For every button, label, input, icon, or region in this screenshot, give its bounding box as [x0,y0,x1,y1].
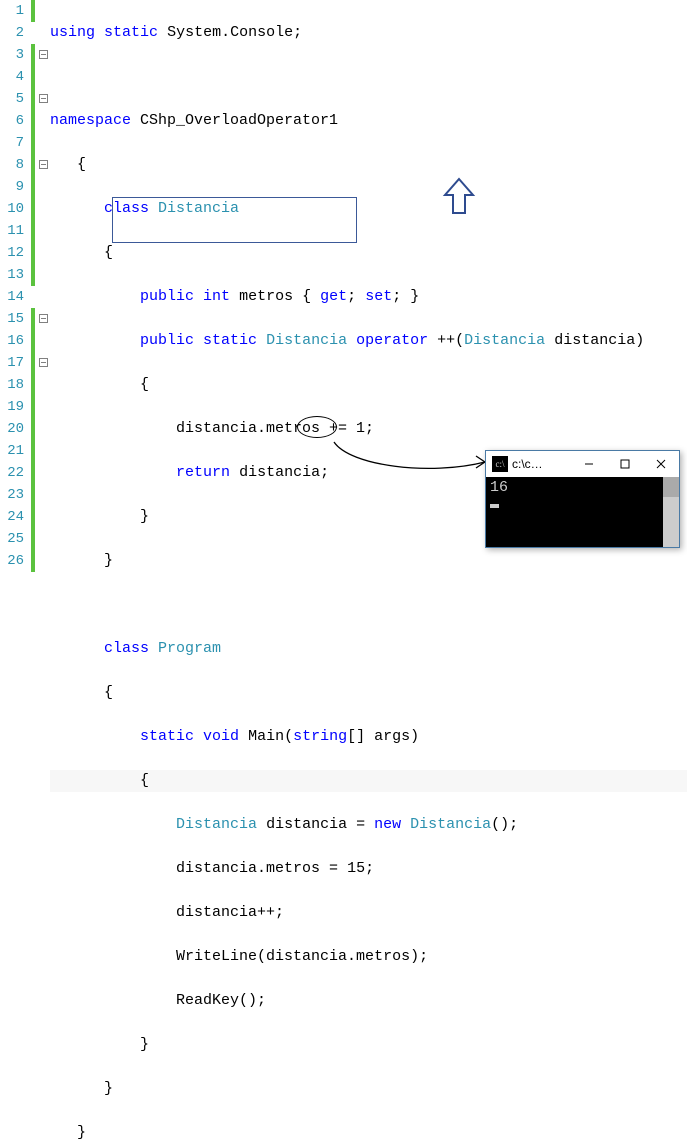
line-number: 16 [0,330,24,352]
line-number: 26 [0,550,24,572]
line-number: 5 [0,88,24,110]
line-number: 11 [0,220,24,242]
code-line[interactable]: { [50,682,687,704]
code-line[interactable]: distancia.metros = 15; [50,858,687,880]
code-line[interactable]: WriteLine(distancia.metros); [50,946,687,968]
code-line[interactable]: } [50,1078,687,1100]
code-line[interactable]: ReadKey(); [50,990,687,1012]
code-line[interactable]: class Distancia [50,198,687,220]
line-number: 6 [0,110,24,132]
fold-toggle-icon[interactable] [39,160,48,169]
fold-toggle-icon[interactable] [39,314,48,323]
line-number: 22 [0,462,24,484]
close-icon [656,459,666,469]
minimize-button[interactable] [571,451,607,477]
code-line[interactable] [50,594,687,616]
close-button[interactable] [643,451,679,477]
line-number: 14 [0,286,24,308]
minimize-icon [584,459,594,469]
code-line[interactable]: { [50,374,687,396]
line-number-gutter: 1 2 3 4 5 6 7 8 9 10 11 12 13 14 15 16 1… [0,0,30,1146]
code-line[interactable]: } [50,1034,687,1056]
console-titlebar[interactable]: c:\ c:\c… [486,451,679,477]
line-number: 18 [0,374,24,396]
code-line[interactable]: class Program [50,638,687,660]
code-line[interactable]: public static Distancia operator ++(Dist… [50,330,687,352]
line-number: 1 [0,0,24,22]
fold-toggle-icon[interactable] [39,94,48,103]
console-output[interactable]: 16 [486,477,679,547]
code-line[interactable]: } [50,550,687,572]
code-line[interactable]: { [50,154,687,176]
line-number: 13 [0,264,24,286]
line-number: 2 [0,22,24,44]
code-editor[interactable]: 1 2 3 4 5 6 7 8 9 10 11 12 13 14 15 16 1… [0,0,687,1146]
console-app-icon: c:\ [492,456,508,472]
scrollbar-thumb[interactable] [663,477,679,497]
code-line[interactable]: } [50,1122,687,1144]
line-number: 8 [0,154,24,176]
line-number: 15 [0,308,24,330]
line-number: 4 [0,66,24,88]
console-cursor-icon [490,504,499,508]
line-number: 17 [0,352,24,374]
maximize-button[interactable] [607,451,643,477]
fold-toggle-icon[interactable] [39,358,48,367]
line-number: 23 [0,484,24,506]
fold-toggle-icon[interactable] [39,50,48,59]
code-line[interactable]: public int metros { get; set; } [50,286,687,308]
code-line[interactable] [50,66,687,88]
console-output-line: 16 [490,479,659,496]
line-number: 3 [0,44,24,66]
line-number: 25 [0,528,24,550]
code-line[interactable]: { [50,770,687,792]
code-line[interactable]: namespace CShp_OverloadOperator1 [50,110,687,132]
line-number: 12 [0,242,24,264]
code-line[interactable]: static void Main(string[] args) [50,726,687,748]
code-line[interactable]: { [50,242,687,264]
line-number: 24 [0,506,24,528]
fold-gutter [36,0,50,1146]
line-number: 10 [0,198,24,220]
code-line[interactable]: distancia.metros += 1; [50,418,687,440]
code-line[interactable]: Distancia distancia = new Distancia(); [50,814,687,836]
line-number: 9 [0,176,24,198]
line-number: 19 [0,396,24,418]
code-area[interactable]: using static System.Console; namespace C… [50,0,687,1146]
line-number: 7 [0,132,24,154]
code-line[interactable]: using static System.Console; [50,22,687,44]
line-number: 20 [0,418,24,440]
maximize-icon [620,459,630,469]
code-line[interactable]: distancia++; [50,902,687,924]
line-number: 21 [0,440,24,462]
console-window[interactable]: c:\ c:\c… 16 [485,450,680,548]
console-title: c:\c… [512,457,571,471]
